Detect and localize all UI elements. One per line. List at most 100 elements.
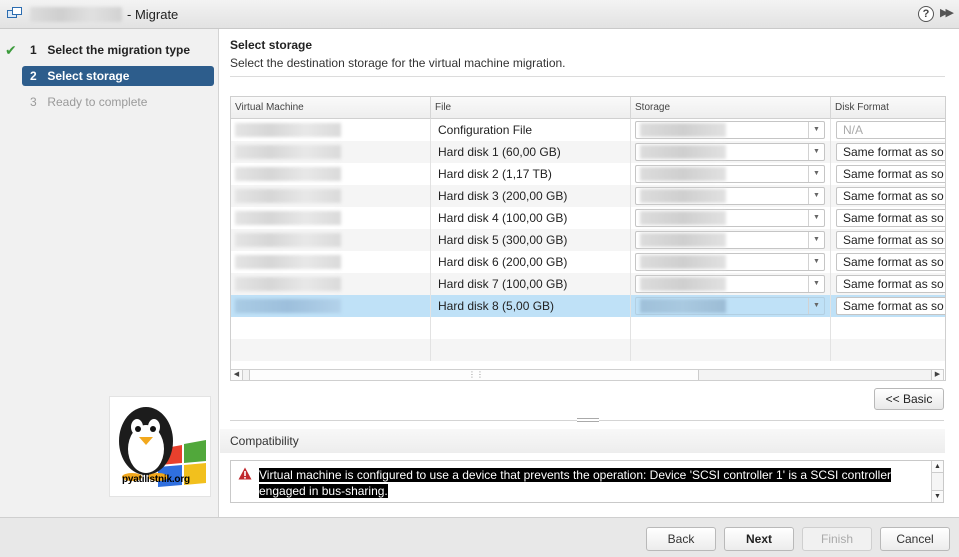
disk-format-dropdown[interactable]: Same format as so bbox=[836, 165, 945, 183]
compatibility-title: Compatibility bbox=[230, 434, 299, 448]
empty-row bbox=[231, 339, 945, 361]
storage-dropdown[interactable]: ▼ bbox=[635, 231, 825, 249]
title-bar: - Migrate ? ▶▶ bbox=[0, 0, 959, 29]
wizard-steps: ✔ 1 Select the migration type 2 Select s… bbox=[0, 29, 219, 517]
column-header-storage[interactable]: Storage bbox=[631, 97, 831, 119]
main-panel: Select storage Select the destination st… bbox=[220, 29, 959, 517]
storage-dropdown[interactable]: ▼ bbox=[635, 165, 825, 183]
splitter-handle-icon[interactable] bbox=[577, 418, 599, 422]
table-row-selected[interactable]: Hard disk 8 (5,00 GB) ▼ Same format as s… bbox=[231, 295, 945, 317]
chevron-down-icon[interactable]: ▼ bbox=[808, 298, 824, 314]
storage-table: Virtual Machine File Storage Disk Format… bbox=[230, 96, 946, 381]
table-header: Virtual Machine File Storage Disk Format bbox=[231, 97, 945, 119]
column-header-disk-format[interactable]: Disk Format bbox=[831, 97, 945, 119]
step-label: Select storage bbox=[47, 69, 130, 83]
file-cell: Hard disk 5 (300,00 GB) bbox=[431, 229, 631, 251]
table-row[interactable]: Hard disk 1 (60,00 GB) ▼ Same format as … bbox=[231, 141, 945, 163]
table-row[interactable]: Hard disk 5 (300,00 GB) ▼ Same format as… bbox=[231, 229, 945, 251]
table-row[interactable]: Hard disk 2 (1,17 TB) ▼ Same format as s… bbox=[231, 163, 945, 185]
table-row[interactable]: Hard disk 3 (200,00 GB) ▼ Same format as… bbox=[231, 185, 945, 207]
next-button[interactable]: Next bbox=[724, 527, 794, 551]
file-cell: Hard disk 1 (60,00 GB) bbox=[431, 141, 631, 163]
cancel-button[interactable]: Cancel bbox=[880, 527, 950, 551]
disk-format-dropdown[interactable]: Same format as so bbox=[836, 297, 945, 315]
error-icon bbox=[238, 467, 252, 480]
disk-format-dropdown[interactable]: Same format as so bbox=[836, 253, 945, 271]
file-cell: Hard disk 8 (5,00 GB) bbox=[431, 295, 631, 317]
table-row[interactable]: Hard disk 4 (100,00 GB) ▼ Same format as… bbox=[231, 207, 945, 229]
file-cell: Hard disk 7 (100,00 GB) bbox=[431, 273, 631, 295]
disk-format-dropdown[interactable]: Same format as so bbox=[836, 231, 945, 249]
table-row[interactable]: Hard disk 6 (200,00 GB) ▼ Same format as… bbox=[231, 251, 945, 273]
vm-name-redacted bbox=[235, 211, 341, 225]
file-cell: Hard disk 3 (200,00 GB) bbox=[431, 185, 631, 207]
vm-name-redacted bbox=[235, 145, 341, 159]
vm-name-redacted bbox=[235, 277, 341, 291]
storage-dropdown[interactable]: ▼ bbox=[635, 275, 825, 293]
grip-icon: ⋮⋮ bbox=[468, 370, 484, 379]
storage-dropdown[interactable]: ▼ bbox=[635, 253, 825, 271]
compatibility-message-box: Virtual machine is configured to use a d… bbox=[230, 460, 944, 503]
disk-format-dropdown[interactable]: Same format as so bbox=[836, 275, 945, 293]
storage-dropdown[interactable]: ▼ bbox=[635, 121, 825, 139]
disk-format-dropdown[interactable]: Same format as so bbox=[836, 143, 945, 161]
window-title: - Migrate bbox=[127, 7, 179, 22]
wizard-footer: Back Next Finish Cancel bbox=[0, 517, 959, 557]
chevron-down-icon[interactable]: ▼ bbox=[808, 254, 824, 270]
step-ready-to-complete: 3 Ready to complete bbox=[30, 95, 148, 109]
step-select-storage[interactable]: 2 Select storage bbox=[22, 66, 214, 86]
vm-name-redacted bbox=[235, 233, 341, 247]
chevron-down-icon[interactable]: ▼ bbox=[808, 166, 824, 182]
double-chevron-right-icon[interactable]: ▶▶ bbox=[940, 6, 954, 19]
chevron-down-icon[interactable]: ▼ bbox=[808, 122, 824, 138]
file-cell: Hard disk 2 (1,17 TB) bbox=[431, 163, 631, 185]
disk-format-dropdown[interactable]: Same format as so bbox=[836, 187, 945, 205]
logo-text: pyatilistnik.org bbox=[122, 474, 190, 485]
step-label: Select the migration type bbox=[47, 43, 191, 57]
column-header-file[interactable]: File bbox=[431, 97, 631, 119]
scroll-up-icon[interactable]: ▲ bbox=[932, 461, 943, 473]
table-body: Configuration File ▼ N/A Hard disk 1 (60… bbox=[231, 119, 945, 361]
chevron-down-icon[interactable]: ▼ bbox=[808, 188, 824, 204]
scroll-down-icon[interactable]: ▼ bbox=[932, 490, 943, 502]
table-row[interactable]: Configuration File ▼ N/A bbox=[231, 119, 945, 141]
vertical-scrollbar[interactable]: ▲ ▼ bbox=[931, 461, 943, 502]
page-subtitle: Select the destination storage for the v… bbox=[230, 56, 566, 70]
vm-name-redacted bbox=[235, 167, 341, 181]
site-logo: pyatilistnik.org bbox=[109, 396, 211, 497]
file-cell: Hard disk 4 (100,00 GB) bbox=[431, 207, 631, 229]
basic-view-button[interactable]: << Basic bbox=[874, 388, 944, 410]
scrollbar-thumb[interactable]: ⋮⋮ bbox=[249, 370, 699, 380]
file-cell: Configuration File bbox=[431, 119, 631, 141]
chevron-down-icon[interactable]: ▼ bbox=[808, 210, 824, 226]
divider bbox=[230, 76, 945, 77]
storage-dropdown[interactable]: ▼ bbox=[635, 143, 825, 161]
scroll-left-icon[interactable]: ◀ bbox=[231, 370, 243, 380]
disk-format-dropdown[interactable]: N/A bbox=[836, 121, 945, 139]
help-icon[interactable]: ? bbox=[918, 6, 934, 22]
disk-format-dropdown[interactable]: Same format as so bbox=[836, 209, 945, 227]
scroll-right-icon[interactable]: ▶ bbox=[931, 370, 943, 380]
chevron-down-icon[interactable]: ▼ bbox=[808, 232, 824, 248]
column-header-virtual-machine[interactable]: Virtual Machine bbox=[231, 97, 431, 119]
file-cell: Hard disk 6 (200,00 GB) bbox=[431, 251, 631, 273]
migrate-vm-icon bbox=[7, 7, 22, 18]
vm-name-redacted bbox=[235, 123, 341, 137]
step-select-migration-type[interactable]: ✔ 1 Select the migration type bbox=[5, 40, 214, 60]
back-button[interactable]: Back bbox=[646, 527, 716, 551]
compatibility-header bbox=[220, 429, 945, 453]
vm-name-redacted bbox=[30, 7, 122, 22]
vm-name-redacted bbox=[235, 189, 341, 203]
table-row[interactable]: Hard disk 7 (100,00 GB) ▼ Same format as… bbox=[231, 273, 945, 295]
horizontal-scrollbar[interactable]: ◀ ⋮⋮ ▶ bbox=[230, 369, 944, 381]
chevron-down-icon[interactable]: ▼ bbox=[808, 144, 824, 160]
storage-dropdown[interactable]: ▼ bbox=[635, 209, 825, 227]
finish-button: Finish bbox=[802, 527, 872, 551]
storage-dropdown[interactable]: ▼ bbox=[635, 187, 825, 205]
pane-splitter[interactable] bbox=[230, 418, 944, 422]
compatibility-message: Virtual machine is configured to use a d… bbox=[259, 468, 892, 498]
vm-name-redacted bbox=[235, 255, 341, 269]
chevron-down-icon[interactable]: ▼ bbox=[808, 276, 824, 292]
storage-dropdown[interactable]: ▼ bbox=[635, 297, 825, 315]
vm-name-redacted bbox=[235, 299, 341, 313]
